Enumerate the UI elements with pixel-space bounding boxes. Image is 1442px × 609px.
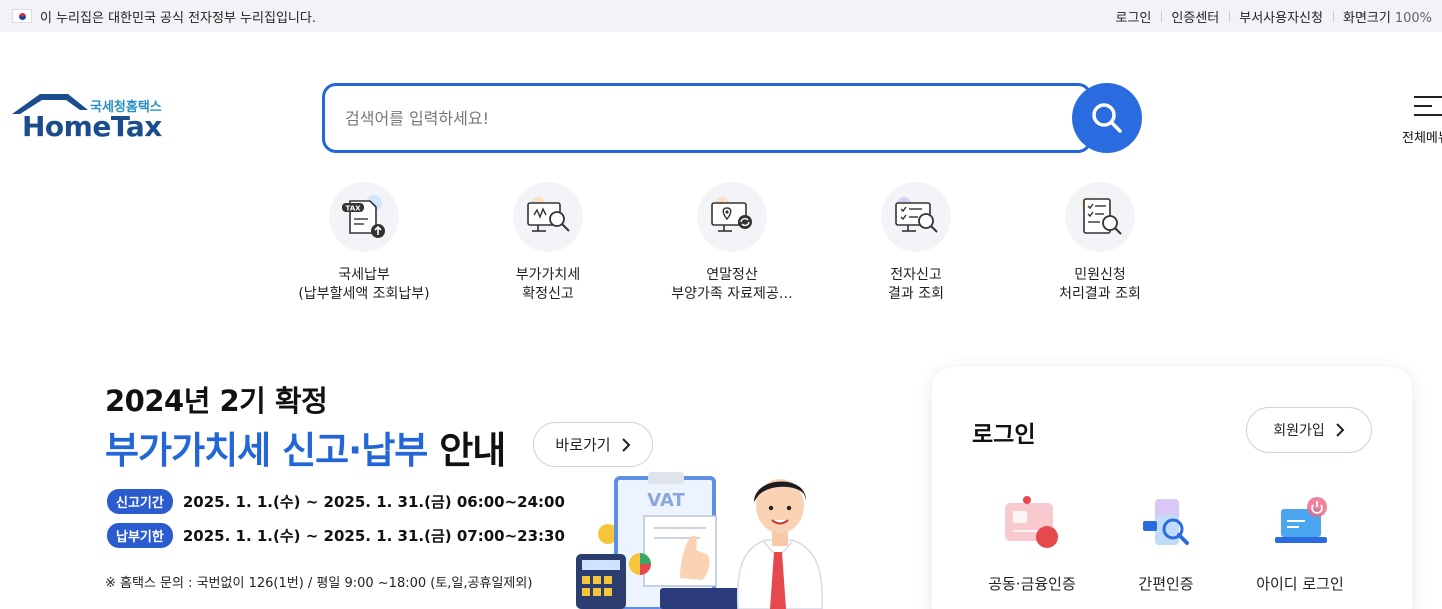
checklist-monitor-icon	[895, 197, 938, 233]
util-login-link[interactable]: 로그인	[1106, 7, 1162, 26]
banner-go-button[interactable]: 바로가기	[533, 422, 653, 467]
banner-title-highlight: 부가가치세 신고·납부	[105, 429, 428, 472]
monitor-search-icon	[527, 197, 570, 232]
utility-links: 로그인 인증센터 부서사용자신청 화면크기 100%	[1106, 0, 1442, 32]
gov-notice-text: 이 누리집은 대한민국 공식 전자정부 누리집입니다.	[40, 10, 316, 26]
banner-contact-note: ※ 홈택스 문의 : 국번없이 126(1번) / 평일 9:00 ~18:00…	[105, 576, 533, 591]
all-menu-button[interactable]: 전체메뉴	[1402, 93, 1442, 153]
signup-button[interactable]: 회원가입	[1246, 407, 1372, 453]
quick-menu-vat-filing[interactable]: 부가가치세확정신고	[458, 182, 638, 304]
banner-title-rest: 안내	[439, 429, 506, 472]
util-cert-center-link[interactable]: 인증센터	[1161, 7, 1229, 26]
banner-title-line2: 부가가치세 신고·납부 안내	[105, 420, 506, 474]
login-method-label: 간편인증	[1138, 575, 1194, 593]
banner-go-label: 바로가기	[555, 436, 611, 454]
gov-banner: 이 누리집은 대한민국 공식 전자정부 누리집입니다. 로그인 인증센터 부서사…	[0, 0, 1442, 32]
signup-label: 회원가입	[1273, 423, 1325, 439]
korea-flag-icon	[12, 9, 32, 23]
schedule-row: 신고기간 2025. 1. 1.(수) ~ 2025. 1. 31.(금) 06…	[107, 489, 565, 514]
quick-label-line1: 국세납부	[338, 267, 390, 283]
quick-menu-icon-circle	[513, 182, 583, 252]
chevron-right-icon	[1336, 423, 1345, 437]
schedule-text: 2025. 1. 1.(수) ~ 2025. 1. 31.(금) 07:00~2…	[182, 527, 565, 545]
logo-wordmark: HomeTax	[22, 110, 162, 143]
search-box	[322, 83, 1092, 153]
laptop-power-icon	[1275, 497, 1327, 543]
login-title: 로그인	[972, 422, 1036, 448]
zoom-control[interactable]: 화면크기 100%	[1332, 7, 1442, 26]
phone-search-icon	[1143, 499, 1189, 545]
quick-label-line2: (납부할세액 조회납부)	[298, 286, 430, 302]
quick-label-line1: 부가가치세	[515, 267, 581, 283]
banner-title-line1: 2024년 2기 확정	[105, 384, 328, 418]
quick-label-line2: 확정신고	[522, 286, 574, 302]
schedule-text: 2025. 1. 1.(수) ~ 2025. 1. 31.(금) 06:00~2…	[182, 493, 565, 511]
quick-menu-icon-circle	[697, 182, 767, 252]
all-menu-label: 전체메뉴	[1402, 131, 1442, 146]
quick-label-line2: 부양가족 자료제공…	[671, 286, 793, 302]
schedule-tag: 신고기간	[107, 489, 173, 514]
quick-menu-year-end[interactable]: 연말정산부양가족 자료제공…	[642, 182, 822, 304]
svg-text:TAX: TAX	[345, 205, 361, 213]
search-input[interactable]	[345, 102, 1045, 134]
schedule-row: 납부기한 2025. 1. 1.(수) ~ 2025. 1. 31.(금) 07…	[107, 523, 565, 548]
quick-menu-e-filing-result[interactable]: 전자신고결과 조회	[826, 182, 1006, 304]
quick-menu-icon-circle	[881, 182, 951, 252]
login-method-certificate[interactable]: 공동·금융인증	[962, 495, 1102, 594]
login-panel: 로그인 회원가입 공동·금융인증 간편인증 아이디 로그인	[932, 367, 1412, 609]
hometax-logo[interactable]: 국세청홈택스 HomeTax	[10, 92, 180, 148]
quick-label-line2: 처리결과 조회	[1059, 286, 1141, 302]
login-method-simple[interactable]: 간편인증	[1096, 495, 1236, 594]
quick-menu-civil-request[interactable]: 민원신청처리결과 조회	[1010, 182, 1190, 304]
tax-upload-icon: TAX	[342, 195, 385, 238]
chevron-right-icon	[621, 437, 631, 452]
document-search-icon	[1081, 197, 1122, 235]
monitor-location-icon	[711, 197, 752, 232]
login-method-label: 아이디 로그인	[1256, 575, 1344, 593]
login-method-id[interactable]: 아이디 로그인	[1230, 495, 1370, 594]
quick-label-line1: 민원신청	[1074, 267, 1126, 283]
util-dept-user-link[interactable]: 부서사용자신청	[1229, 7, 1333, 26]
hamburger-icon	[1414, 96, 1442, 116]
quick-menu-icon-circle	[1065, 182, 1135, 252]
login-method-label: 공동·금융인증	[988, 575, 1076, 593]
search-button[interactable]	[1072, 83, 1142, 153]
zoom-value: 100%	[1394, 10, 1432, 26]
zoom-label: 화면크기	[1342, 10, 1391, 26]
quick-label-line1: 연말정산	[706, 267, 758, 283]
schedule-tag: 납부기한	[107, 523, 173, 548]
vat-illustration: VAT	[576, 472, 824, 609]
quick-menu-icon-circle: TAX	[329, 182, 399, 252]
quick-menu-tax-payment[interactable]: TAX 국세납부 (납부할세액 조회납부)	[274, 182, 454, 304]
certificate-card-icon	[1005, 496, 1058, 548]
gov-notice[interactable]: 이 누리집은 대한민국 공식 전자정부 누리집입니다.	[12, 0, 316, 32]
vat-text: VAT	[647, 490, 685, 511]
quick-label-line2: 결과 조회	[888, 286, 944, 302]
quick-label-line1: 전자신고	[890, 267, 942, 283]
search-icon	[1092, 103, 1122, 133]
